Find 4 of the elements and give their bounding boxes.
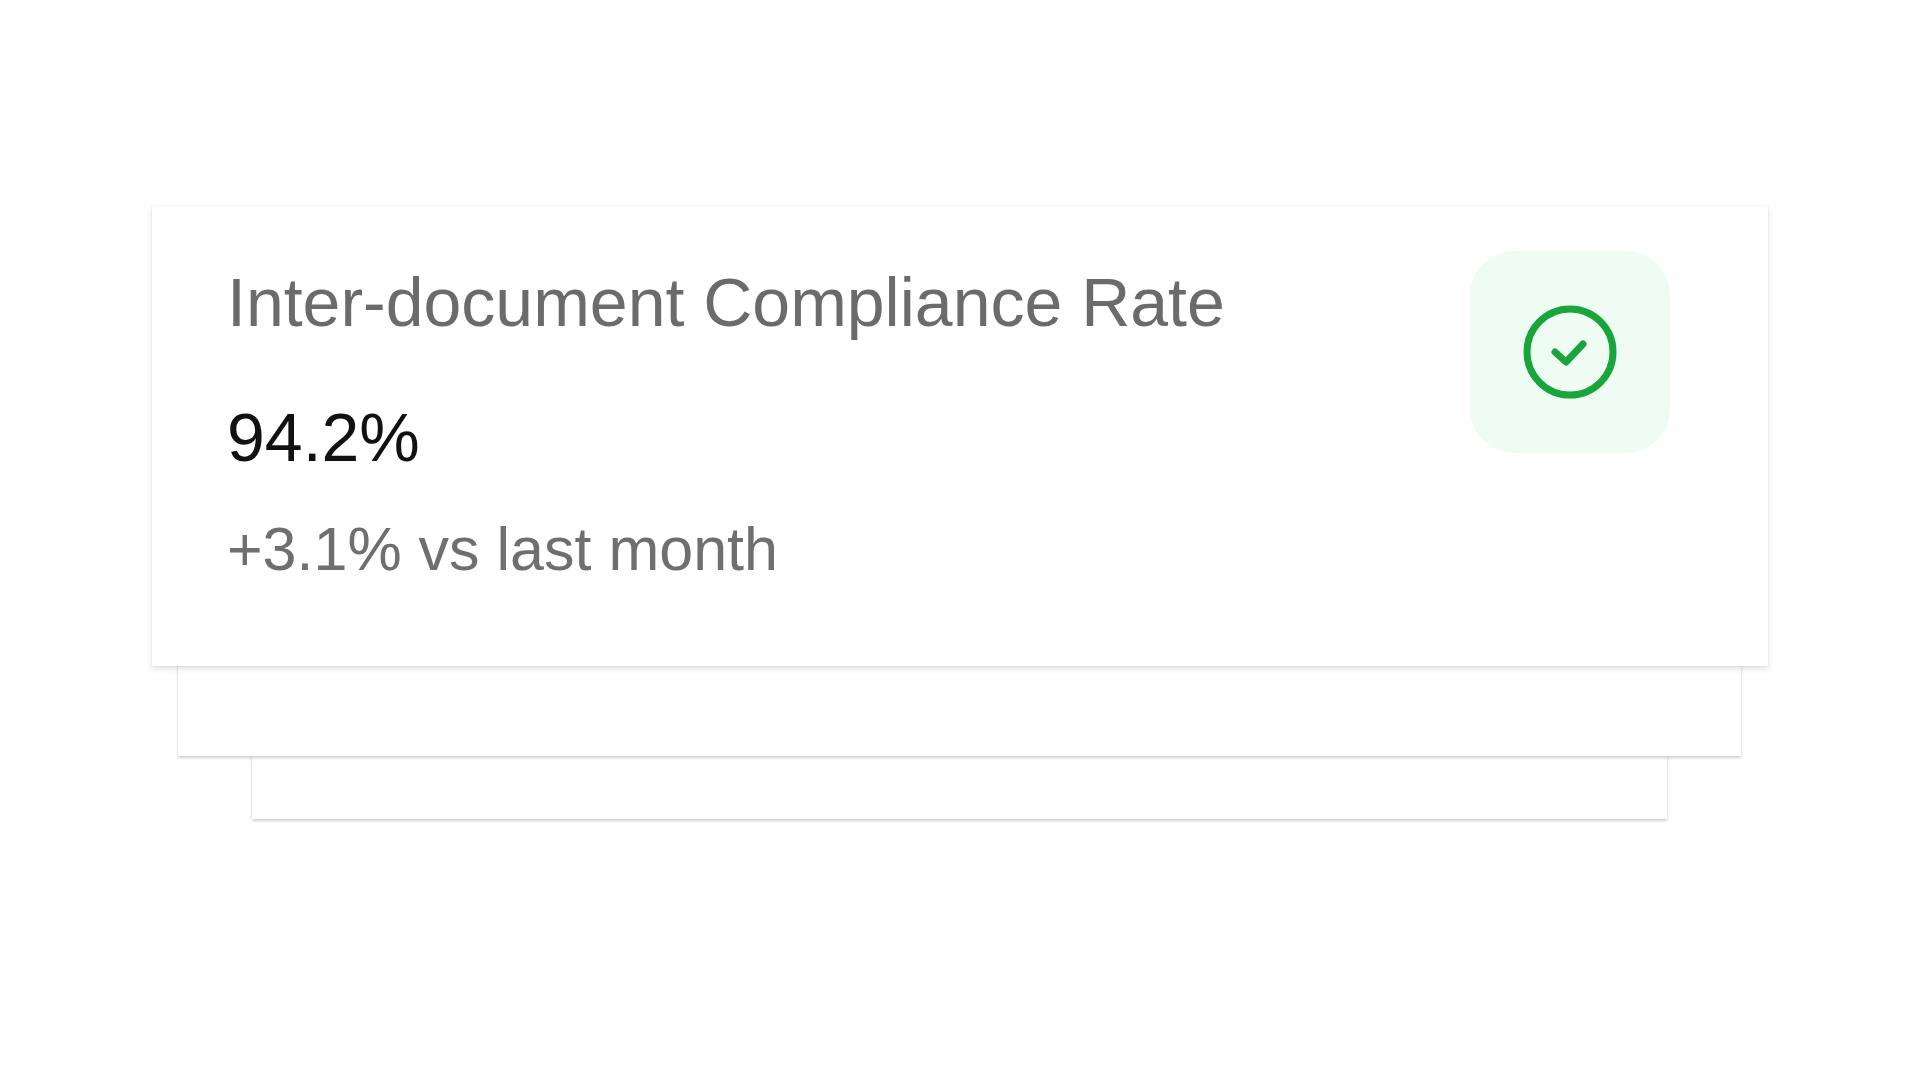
check-circle-icon <box>1522 304 1618 400</box>
change-text: +3.1% vs last month <box>227 515 779 583</box>
kpi-value: 94.2% <box>227 399 421 475</box>
card-title: Inter-document Compliance Rate <box>227 265 1225 340</box>
